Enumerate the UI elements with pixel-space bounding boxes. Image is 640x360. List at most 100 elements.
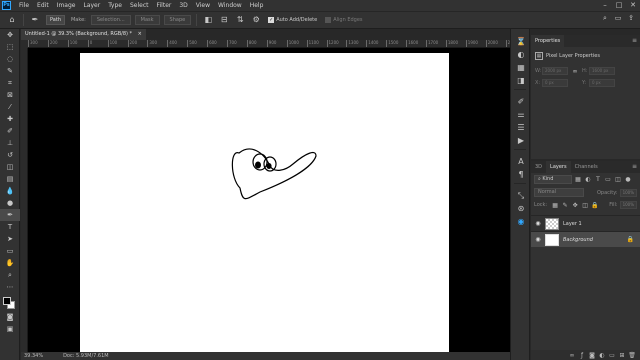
swatches-panel-icon[interactable]: ▦ bbox=[511, 61, 531, 74]
layer-row-background[interactable]: ◉ Background 🔒 bbox=[531, 231, 640, 247]
filter-pixel-icon[interactable]: ▦ bbox=[574, 176, 582, 183]
path-alignment-icon[interactable]: ⊟ bbox=[219, 15, 229, 25]
x-field[interactable]: 0 px bbox=[542, 79, 568, 87]
plugin-panel-icon[interactable]: ◉ bbox=[511, 215, 531, 228]
maximize-button[interactable]: □ bbox=[612, 0, 626, 11]
lock-all-icon[interactable]: 🔒 bbox=[591, 202, 599, 209]
lock-position-icon[interactable]: ✥ bbox=[571, 202, 579, 209]
styles-panel-icon[interactable]: ☰ bbox=[511, 121, 531, 134]
character-panel-icon[interactable]: A bbox=[511, 155, 531, 168]
tab-3d[interactable]: 3D bbox=[531, 161, 546, 173]
search-icon[interactable]: ⌕ bbox=[600, 14, 610, 23]
make-selection-button[interactable]: Selection... bbox=[90, 15, 131, 25]
zoom-level[interactable]: 39.34% bbox=[24, 353, 43, 359]
new-group-icon[interactable]: ▭ bbox=[607, 352, 617, 359]
home-icon[interactable]: ⌂ bbox=[7, 15, 17, 25]
layer-filter-select[interactable]: ⌕ Kind bbox=[534, 175, 572, 184]
dodge-tool-icon[interactable]: ● bbox=[0, 197, 20, 209]
path-arrangement-icon[interactable]: ⇅ bbox=[235, 15, 245, 25]
fill-field[interactable]: 100% bbox=[619, 201, 637, 209]
tool-mode-select[interactable]: Path bbox=[46, 15, 65, 25]
add-mask-icon[interactable]: ◙ bbox=[587, 352, 597, 359]
tab-channels[interactable]: Channels bbox=[571, 161, 602, 173]
make-shape-button[interactable]: Shape bbox=[163, 15, 192, 25]
screen-mode-icon[interactable]: ▣ bbox=[0, 323, 20, 335]
menu-help[interactable]: Help bbox=[246, 0, 268, 11]
brush-settings-icon[interactable]: ✐ bbox=[511, 95, 531, 108]
link-layers-icon[interactable]: ∞ bbox=[567, 352, 577, 359]
ruler-origin[interactable] bbox=[21, 40, 28, 48]
minimize-button[interactable]: – bbox=[598, 0, 612, 11]
menu-window[interactable]: Window bbox=[214, 0, 246, 11]
color-swatches[interactable] bbox=[0, 293, 20, 311]
tab-layers[interactable]: Layers bbox=[546, 161, 571, 173]
filter-shape-icon[interactable]: ▭ bbox=[604, 176, 612, 183]
menu-select[interactable]: Select bbox=[126, 0, 153, 11]
shape-tool-icon[interactable]: ▭ bbox=[0, 245, 20, 257]
menu-edit[interactable]: Edit bbox=[33, 0, 53, 11]
menu-layer[interactable]: Layer bbox=[79, 0, 104, 11]
menu-3d[interactable]: 3D bbox=[175, 0, 191, 11]
gradient-tool-icon[interactable]: ▤ bbox=[0, 173, 20, 185]
document-tab[interactable]: Untitled-1 @ 39.3% (Background, RGB/8) *… bbox=[21, 29, 146, 40]
menu-view[interactable]: View bbox=[192, 0, 214, 11]
brush-tool-icon[interactable]: ✐ bbox=[0, 125, 20, 137]
history-brush-tool-icon[interactable]: ↺ bbox=[0, 149, 20, 161]
height-field[interactable]: 1600 px bbox=[589, 67, 615, 75]
close-button[interactable]: ✕ bbox=[626, 0, 640, 11]
filter-toggle-icon[interactable]: ● bbox=[624, 176, 632, 183]
layer-row[interactable]: ◉ Layer 1 bbox=[531, 215, 640, 231]
y-field[interactable]: 0 px bbox=[589, 79, 615, 87]
panel-menu-icon[interactable]: ≡ bbox=[632, 35, 637, 47]
document-tab-close[interactable]: × bbox=[138, 31, 142, 37]
menu-filter[interactable]: Filter bbox=[153, 0, 176, 11]
delete-layer-icon[interactable]: 🗑 bbox=[627, 352, 637, 359]
adjustments-panel-icon[interactable]: ⚌ bbox=[511, 108, 531, 121]
document-canvas[interactable] bbox=[80, 53, 449, 352]
layers-panel-menu-icon[interactable]: ≡ bbox=[632, 161, 637, 173]
vertical-ruler[interactable] bbox=[21, 48, 28, 352]
quick-selection-tool-icon[interactable]: ✎ bbox=[0, 65, 20, 77]
auto-add-delete-checkbox[interactable]: ✓ bbox=[268, 17, 275, 23]
zoom-tool-icon[interactable]: ⌕ bbox=[0, 269, 20, 281]
link-icon[interactable]: ∞ bbox=[571, 68, 579, 75]
pasteboard[interactable] bbox=[28, 48, 510, 352]
pen-tool-icon[interactable]: ✒ bbox=[0, 209, 20, 221]
make-mask-button[interactable]: Mask bbox=[134, 15, 160, 25]
timeline-panel-icon[interactable]: ⊛ bbox=[511, 202, 531, 215]
filter-smart-object-icon[interactable]: ◫ bbox=[614, 176, 622, 183]
more-tools-icon[interactable]: ⋯ bbox=[0, 281, 20, 293]
layer-lock-icon[interactable]: 🔒 bbox=[627, 236, 634, 243]
lasso-tool-icon[interactable]: ◌ bbox=[0, 53, 20, 65]
lock-artboard-icon[interactable]: ◫ bbox=[581, 202, 589, 209]
filter-adjustment-icon[interactable]: ◐ bbox=[584, 176, 592, 183]
path-selection-tool-icon[interactable]: ➤ bbox=[0, 233, 20, 245]
align-edges-checkbox[interactable] bbox=[325, 17, 332, 23]
eyedropper-tool-icon[interactable]: ⁄ bbox=[0, 101, 20, 113]
path-operations-icon[interactable]: ◧ bbox=[203, 15, 213, 25]
history-panel-icon[interactable]: ⌛ bbox=[511, 35, 531, 48]
marquee-tool-icon[interactable]: ⬚ bbox=[0, 41, 20, 53]
width-field[interactable]: 2000 px bbox=[542, 67, 568, 75]
horizontal-ruler[interactable]: 300 200 100 0 100 200 300 400 500 600 700 800 900 100… bbox=[28, 40, 510, 48]
blend-mode-select[interactable]: Normal bbox=[534, 188, 584, 197]
menu-file[interactable]: File bbox=[15, 0, 33, 11]
layer-name[interactable]: Layer 1 bbox=[563, 221, 640, 227]
filter-type-icon[interactable]: T bbox=[594, 176, 602, 183]
clone-stamp-tool-icon[interactable]: ⊥ bbox=[0, 137, 20, 149]
layer-style-icon[interactable]: ƒ bbox=[577, 352, 587, 359]
move-tool-icon[interactable]: ✥ bbox=[0, 29, 20, 41]
opacity-field[interactable]: 100% bbox=[619, 188, 637, 197]
menu-image[interactable]: Image bbox=[53, 0, 80, 11]
lock-pixels-icon[interactable]: ✎ bbox=[561, 202, 569, 209]
settings-gear-icon[interactable]: ⚙ bbox=[251, 15, 261, 25]
type-tool-icon[interactable]: T bbox=[0, 221, 20, 233]
visibility-eye-icon[interactable]: ◉ bbox=[534, 220, 542, 227]
document-size[interactable]: Doc: 5.93M/7.61M bbox=[63, 353, 109, 359]
lock-transparent-icon[interactable]: ▦ bbox=[551, 202, 559, 209]
workspace-icon[interactable]: ▭ bbox=[613, 14, 623, 23]
eraser-tool-icon[interactable]: ◫ bbox=[0, 161, 20, 173]
libraries-panel-icon[interactable]: ◨ bbox=[511, 74, 531, 87]
crop-tool-icon[interactable]: ⌗ bbox=[0, 77, 20, 89]
menu-type[interactable]: Type bbox=[104, 0, 126, 11]
